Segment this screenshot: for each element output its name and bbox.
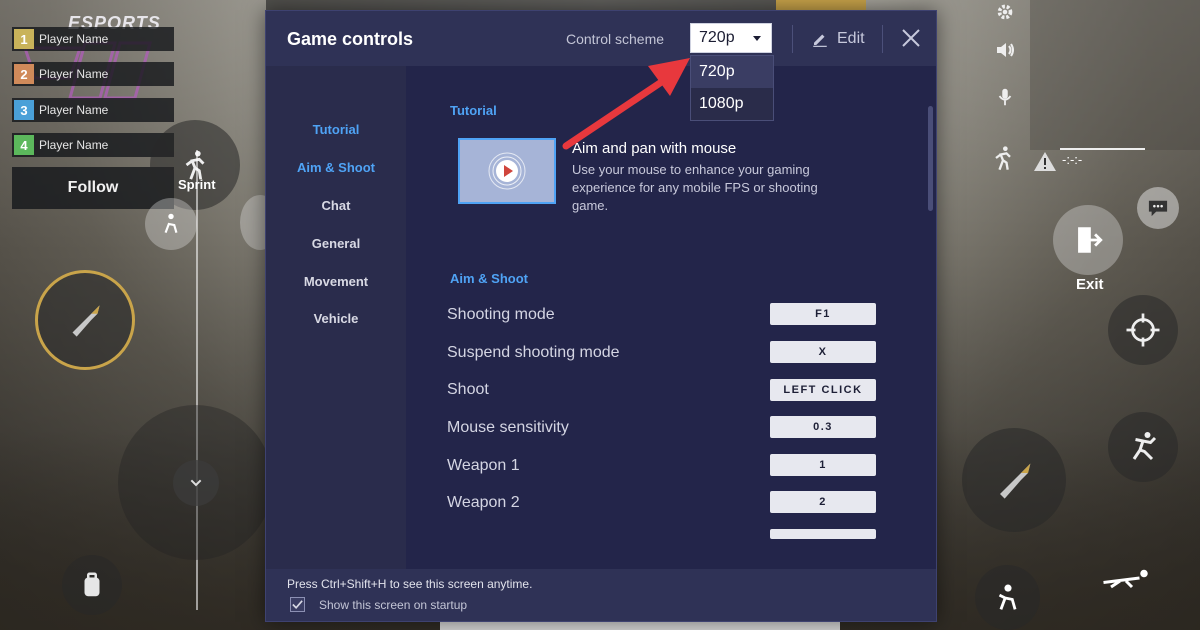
exit-label: Exit	[1076, 276, 1104, 293]
joystick-knob[interactable]	[172, 459, 219, 506]
fire-button-left[interactable]	[35, 270, 135, 370]
control-row-label: Weapon 2	[447, 494, 520, 511]
controls-sidebar: Tutorial Aim & Shoot Chat General Moveme…	[266, 66, 406, 569]
player-name: Player Name	[39, 67, 109, 81]
controls-content: Tutorial Aim and pan with mouse Use your…	[406, 66, 936, 569]
player-number: 4	[14, 135, 34, 155]
tutorial-video[interactable]	[458, 138, 556, 204]
sidebar-item-movement[interactable]: Movement	[266, 274, 406, 289]
sidebar-item-tutorial[interactable]: Tutorial	[266, 122, 406, 137]
player-name: Player Name	[39, 32, 109, 46]
crosshair-icon	[1126, 313, 1160, 347]
sidebar-item-chat[interactable]: Chat	[266, 198, 406, 213]
sidebar-item-vehicle[interactable]: Vehicle	[266, 311, 406, 326]
backpack-button[interactable]	[62, 555, 122, 615]
key-binding-field-partial[interactable]	[770, 529, 876, 539]
player-number: 1	[14, 29, 34, 49]
dialog-header: Game controls Control scheme 720p Edit	[266, 11, 936, 66]
show-on-startup-checkbox[interactable]	[290, 597, 305, 612]
speaker-button[interactable]	[985, 30, 1025, 70]
movement-joystick[interactable]	[118, 405, 273, 560]
key-binding-field[interactable]: X	[770, 341, 876, 363]
play-icon	[488, 152, 526, 190]
gear-icon	[997, 4, 1013, 20]
backpack-icon	[84, 572, 100, 597]
player-name: Player Name	[39, 138, 109, 152]
status-line	[1060, 148, 1145, 150]
pencil-icon	[813, 34, 827, 47]
control-scheme-label: Control scheme	[566, 31, 665, 47]
prone-button-right[interactable]	[1088, 548, 1163, 608]
bullet-icon	[1000, 463, 1031, 499]
content-scrollbar[interactable]	[928, 106, 933, 211]
control-scheme-select[interactable]: 720p	[690, 23, 772, 53]
show-on-startup-label: Show this screen on startup	[319, 598, 468, 612]
tutorial-title: Aim and pan with mouse	[572, 140, 737, 157]
control-row-label: Weapon 1	[447, 457, 520, 474]
speaker-icon	[997, 43, 1014, 57]
sensitivity-field[interactable]: 0.3	[770, 416, 876, 438]
shortcut-hint: Press Ctrl+Shift+H to see this screen an…	[287, 577, 533, 591]
sprint-button[interactable]	[150, 120, 240, 210]
fire-button-right[interactable]	[962, 428, 1066, 532]
running-man-icon	[994, 145, 1011, 170]
player-row-4: 4 Player Name	[12, 133, 174, 157]
player-row-3: 3 Player Name	[12, 98, 174, 122]
player-row-2: 2 Player Name	[12, 62, 174, 86]
crouch-icon	[998, 584, 1016, 610]
header-divider	[792, 25, 793, 53]
follow-button[interactable]: Follow	[12, 167, 174, 209]
caret-down-icon	[753, 36, 761, 41]
control-scheme-value: 720p	[699, 29, 735, 46]
control-scheme-dropdown: 720p 1080p	[690, 55, 774, 121]
key-binding-field[interactable]: 2	[770, 491, 876, 513]
crouch-button-right[interactable]	[975, 565, 1040, 630]
prone-man-icon	[1102, 569, 1148, 589]
crouch-button[interactable]	[145, 198, 197, 250]
player-row-1: 1 Player Name	[12, 27, 174, 51]
jumping-man-icon	[1132, 432, 1157, 461]
crouch-icon	[164, 213, 178, 234]
game-right-panel	[1030, 0, 1200, 150]
settings-button[interactable]	[985, 0, 1025, 24]
jump-button[interactable]	[1108, 412, 1178, 482]
microphone-icon	[998, 88, 1012, 106]
scope-button[interactable]	[1108, 295, 1178, 365]
header-divider	[882, 25, 883, 53]
auto-run-button[interactable]	[980, 135, 1025, 180]
microphone-button[interactable]	[985, 77, 1025, 117]
exit-button[interactable]	[1053, 205, 1123, 275]
chat-button[interactable]	[1137, 187, 1179, 229]
sidebar-item-general[interactable]: General	[266, 236, 406, 251]
control-row-label: Shoot	[447, 381, 489, 398]
key-binding-field[interactable]: F1	[770, 303, 876, 325]
control-row-label: Mouse sensitivity	[447, 419, 569, 436]
bullet-icon	[72, 305, 100, 337]
exit-door-icon	[1078, 227, 1103, 253]
chat-bubble-icon	[1148, 200, 1168, 217]
status-text: -:-:-	[1062, 152, 1083, 167]
key-binding-field[interactable]: LEFT CLICK	[770, 379, 876, 401]
tutorial-section-title: Tutorial	[450, 103, 497, 118]
tutorial-description: Use your mouse to enhance your gaming ex…	[572, 162, 818, 213]
control-row-label: Shooting mode	[447, 306, 555, 323]
close-icon[interactable]	[900, 27, 922, 49]
player-number: 2	[14, 64, 34, 84]
control-row-label: Suspend shooting mode	[447, 344, 620, 361]
sidebar-item-aim-shoot[interactable]: Aim & Shoot	[266, 160, 406, 175]
scheme-option-720p[interactable]: 720p	[691, 56, 773, 88]
edit-label: Edit	[837, 30, 865, 47]
player-name: Player Name	[39, 103, 109, 117]
aim-shoot-section-title: Aim & Shoot	[450, 271, 528, 286]
checkmark-icon	[292, 600, 303, 609]
chevron-down-icon	[190, 479, 201, 486]
dialog-footer: Press Ctrl+Shift+H to see this screen an…	[266, 569, 936, 621]
player-number: 3	[14, 100, 34, 120]
game-controls-dialog: Game controls Control scheme 720p Edit T…	[265, 10, 937, 622]
dialog-title: Game controls	[287, 29, 414, 49]
scheme-option-1080p[interactable]: 1080p	[691, 88, 773, 120]
key-binding-field[interactable]: 1	[770, 454, 876, 476]
edit-button[interactable]: Edit	[811, 28, 865, 50]
warning-icon	[1034, 152, 1056, 171]
